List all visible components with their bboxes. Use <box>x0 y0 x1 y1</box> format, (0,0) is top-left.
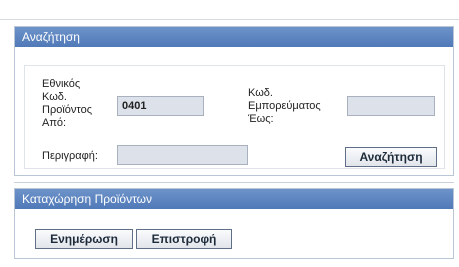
search-panel: Αναζήτηση Εθνικός Κωδ. Προϊόντος Από: Κω… <box>14 26 454 176</box>
top-divider <box>0 19 459 20</box>
search-panel-header: Αναζήτηση <box>15 27 453 47</box>
register-products-header: Καταχώρηση Προϊόντων <box>15 189 453 209</box>
return-button[interactable]: Επιστροφή <box>136 229 232 249</box>
page: Αναζήτηση Εθνικός Κωδ. Προϊόντος Από: Κω… <box>0 0 459 267</box>
register-products-panel: Καταχώρηση Προϊόντων Ενημέρωση Επιστροφή <box>14 188 454 259</box>
merchandise-code-to-input[interactable] <box>347 96 435 116</box>
search-button[interactable]: Αναζήτηση <box>345 147 437 167</box>
description-input[interactable] <box>117 145 248 165</box>
search-form: Εθνικός Κωδ. Προϊόντος Από: Κωδ. Εμπορεύ… <box>24 65 445 169</box>
merchandise-code-to-label: Κωδ. Εμπορεύματος Έως: <box>248 87 321 125</box>
national-product-code-from-input[interactable] <box>117 96 204 116</box>
national-product-code-from-label: Εθνικός Κωδ. Προϊόντος Από: <box>42 78 92 129</box>
section-divider <box>14 182 454 183</box>
description-label: Περιγραφή: <box>42 150 98 162</box>
update-button[interactable]: Ενημέρωση <box>35 229 133 249</box>
